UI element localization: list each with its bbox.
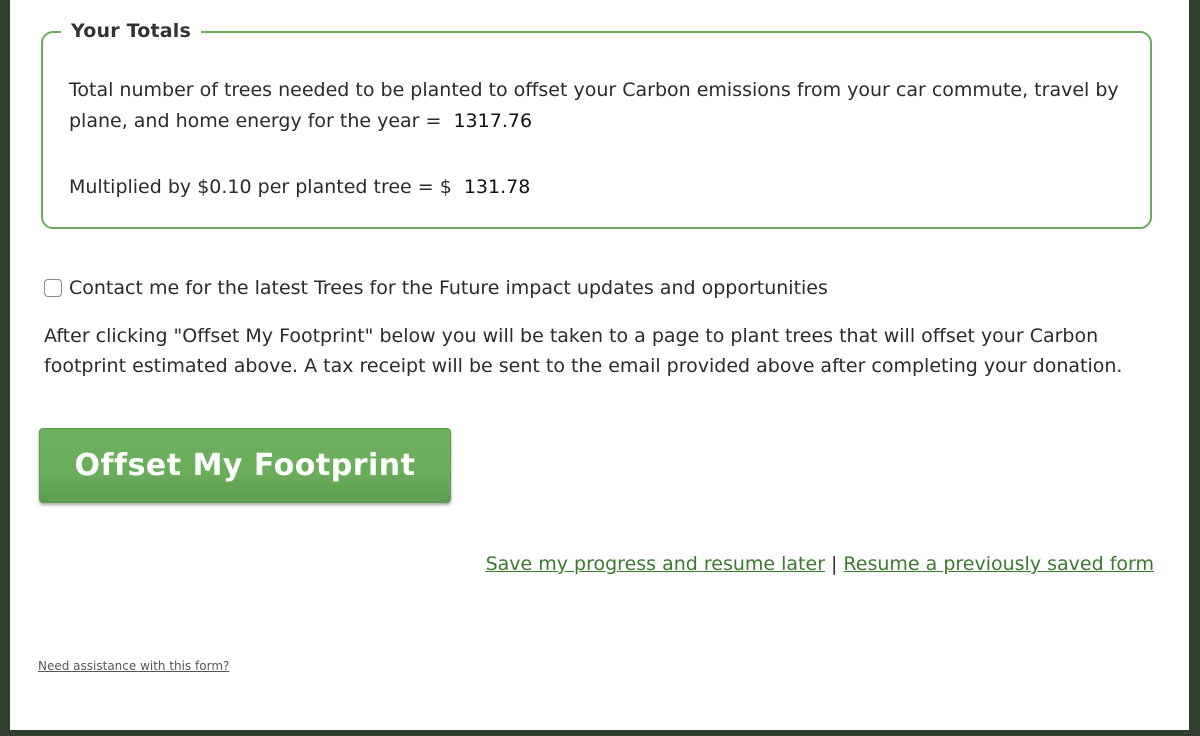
cost-total-line: Multiplied by $0.10 per planted tree = $…	[69, 172, 530, 203]
save-resume-links: Save my progress and resume later | Resume…	[486, 553, 1154, 575]
cost-total-text: Multiplied by $0.10 per planted tree = $	[69, 176, 452, 198]
contact-checkbox[interactable]	[44, 279, 62, 297]
need-assistance-link[interactable]: Need assistance with this form?	[38, 659, 229, 673]
contact-label[interactable]: Contact me for the latest Trees for the …	[69, 277, 828, 299]
totals-fieldset: Your Totals Total number of trees needed…	[41, 20, 1152, 229]
save-progress-link[interactable]: Save my progress and resume later	[486, 553, 825, 575]
trees-total-text: Total number of trees needed to be plant…	[69, 79, 1119, 132]
totals-legend: Your Totals	[61, 20, 201, 42]
form-page: Your Totals Total number of trees needed…	[10, 0, 1189, 730]
resume-form-link[interactable]: Resume a previously saved form	[843, 553, 1154, 575]
trees-total-line: Total number of trees needed to be plant…	[69, 75, 1129, 137]
contact-option[interactable]: Contact me for the latest Trees for the …	[44, 277, 828, 299]
offset-my-footprint-button[interactable]: Offset My Footprint	[39, 428, 451, 503]
offset-info-text: After clicking "Offset My Footprint" bel…	[44, 325, 1123, 377]
cost-total-value: 131.78	[463, 176, 531, 198]
link-separator: |	[831, 553, 838, 575]
trees-total-value: 1317.76	[453, 110, 533, 132]
